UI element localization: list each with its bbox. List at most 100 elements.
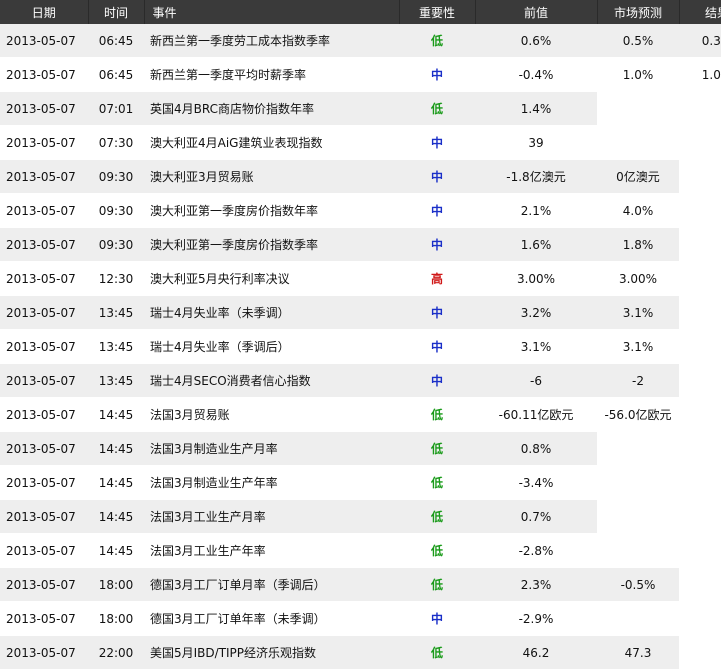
row-event: 瑞士4月失业率（季调后） — [144, 329, 399, 364]
header-actual: 结果 — [679, 0, 721, 24]
table-row: 2013-05-07 07:01 英国4月BRC商店物价指数年率 低 1.4% — [0, 91, 721, 126]
row-importance: 中 — [399, 601, 475, 636]
row-previous: -2.9% — [475, 601, 597, 636]
row-importance: 中 — [399, 227, 475, 262]
table-row: 2013-05-07 13:45 瑞士4月失业率（季调后） 中 3.1% 3.1… — [0, 329, 721, 364]
row-event: 德国3月工厂订单月率（季调后） — [144, 567, 399, 602]
row-event: 澳大利亚3月贸易账 — [144, 159, 399, 194]
row-previous: 3.00% — [475, 261, 597, 296]
row-importance: 中 — [399, 363, 475, 398]
row-time: 14:45 — [88, 499, 144, 534]
row-forecast — [597, 465, 679, 500]
row-forecast: 1.8% — [597, 227, 679, 262]
row-time: 14:45 — [88, 465, 144, 500]
row-event: 新西兰第一季度劳工成本指数季率 — [144, 24, 399, 58]
row-actual: 0.3% — [679, 24, 721, 58]
row-actual: 1.0% — [679, 57, 721, 92]
row-time: 13:45 — [88, 363, 144, 398]
row-date: 2013-05-07 — [0, 635, 88, 670]
row-forecast — [597, 91, 679, 126]
table-row: 2013-05-07 09:30 澳大利亚第一季度房价指数季率 中 1.6% 1… — [0, 227, 721, 262]
table-row: 2013-05-07 09:30 澳大利亚3月贸易账 中 -1.8亿澳元 0亿澳… — [0, 159, 721, 194]
row-importance: 中 — [399, 57, 475, 92]
header-previous: 前值 — [475, 0, 598, 24]
row-date: 2013-05-07 — [0, 295, 88, 330]
row-actual — [679, 499, 721, 534]
row-previous: -2.8% — [475, 533, 597, 568]
row-forecast: 4.0% — [597, 193, 679, 228]
row-date: 2013-05-07 — [0, 227, 88, 262]
row-time: 07:01 — [88, 91, 144, 126]
row-date: 2013-05-07 — [0, 159, 88, 194]
row-actual — [679, 635, 721, 670]
table-row: 2013-05-07 12:30 澳大利亚5月央行利率决议 高 3.00% 3.… — [0, 261, 721, 296]
row-forecast: -0.5% — [597, 567, 679, 602]
row-time: 07:30 — [88, 125, 144, 160]
row-previous: 2.3% — [475, 567, 597, 602]
economic-calendar-table: 日期 时间 事件 重要性 前值 市场预测 结果 2013-05-07 06:45… — [0, 0, 721, 670]
row-event: 新西兰第一季度平均时薪季率 — [144, 57, 399, 92]
row-time: 12:30 — [88, 261, 144, 296]
row-time: 14:45 — [88, 533, 144, 568]
row-time: 09:30 — [88, 227, 144, 262]
row-actual — [679, 431, 721, 466]
header-forecast: 市场预测 — [597, 0, 680, 24]
row-event: 英国4月BRC商店物价指数年率 — [144, 91, 399, 126]
row-importance: 低 — [399, 567, 475, 602]
header-time: 时间 — [88, 0, 145, 24]
row-actual — [679, 567, 721, 602]
row-time: 14:45 — [88, 397, 144, 432]
row-forecast: 47.3 — [597, 635, 679, 670]
row-importance: 中 — [399, 159, 475, 194]
row-actual — [679, 329, 721, 364]
row-date: 2013-05-07 — [0, 329, 88, 364]
row-actual — [679, 363, 721, 398]
row-date: 2013-05-07 — [0, 91, 88, 126]
row-previous: 1.4% — [475, 91, 597, 126]
row-importance: 低 — [399, 397, 475, 432]
row-event: 法国3月制造业生产月率 — [144, 431, 399, 466]
row-time: 13:45 — [88, 295, 144, 330]
row-importance: 低 — [399, 24, 475, 58]
row-previous: -3.4% — [475, 465, 597, 500]
row-forecast — [597, 125, 679, 160]
row-actual — [679, 465, 721, 500]
row-forecast — [597, 533, 679, 568]
row-time: 18:00 — [88, 601, 144, 636]
table-row: 2013-05-07 13:45 瑞士4月失业率（未季调） 中 3.2% 3.1… — [0, 295, 721, 330]
row-date: 2013-05-07 — [0, 533, 88, 568]
row-actual — [679, 533, 721, 568]
row-forecast: 0亿澳元 — [597, 159, 679, 194]
row-time: 09:30 — [88, 193, 144, 228]
row-forecast — [597, 601, 679, 636]
row-date: 2013-05-07 — [0, 567, 88, 602]
row-time: 18:00 — [88, 567, 144, 602]
table-row: 2013-05-07 14:45 法国3月贸易账 低 -60.11亿欧元 -56… — [0, 397, 721, 432]
row-importance: 低 — [399, 499, 475, 534]
row-event: 澳大利亚第一季度房价指数季率 — [144, 227, 399, 262]
row-importance: 中 — [399, 125, 475, 160]
row-importance: 中 — [399, 329, 475, 364]
header-event: 事件 — [144, 0, 400, 24]
table-row: 2013-05-07 14:45 法国3月工业生产年率 低 -2.8% — [0, 533, 721, 568]
row-previous: 0.8% — [475, 431, 597, 466]
row-importance: 低 — [399, 533, 475, 568]
table-row: 2013-05-07 14:45 法国3月制造业生产年率 低 -3.4% — [0, 465, 721, 500]
row-previous: -1.8亿澳元 — [475, 159, 597, 194]
row-date: 2013-05-07 — [0, 397, 88, 432]
row-date: 2013-05-07 — [0, 57, 88, 92]
row-previous: 2.1% — [475, 193, 597, 228]
table-row: 2013-05-07 13:45 瑞士4月SECO消费者信心指数 中 -6 -2 — [0, 363, 721, 398]
row-previous: -60.11亿欧元 — [475, 397, 597, 432]
row-previous: 0.6% — [475, 24, 597, 58]
row-previous: 39 — [475, 125, 597, 160]
header-importance: 重要性 — [399, 0, 476, 24]
row-time: 06:45 — [88, 57, 144, 92]
row-previous: 46.2 — [475, 635, 597, 670]
row-actual — [679, 159, 721, 194]
row-date: 2013-05-07 — [0, 499, 88, 534]
row-event: 澳大利亚第一季度房价指数年率 — [144, 193, 399, 228]
row-actual — [679, 601, 721, 636]
table-row: 2013-05-07 14:45 法国3月制造业生产月率 低 0.8% — [0, 431, 721, 466]
row-importance: 低 — [399, 91, 475, 126]
